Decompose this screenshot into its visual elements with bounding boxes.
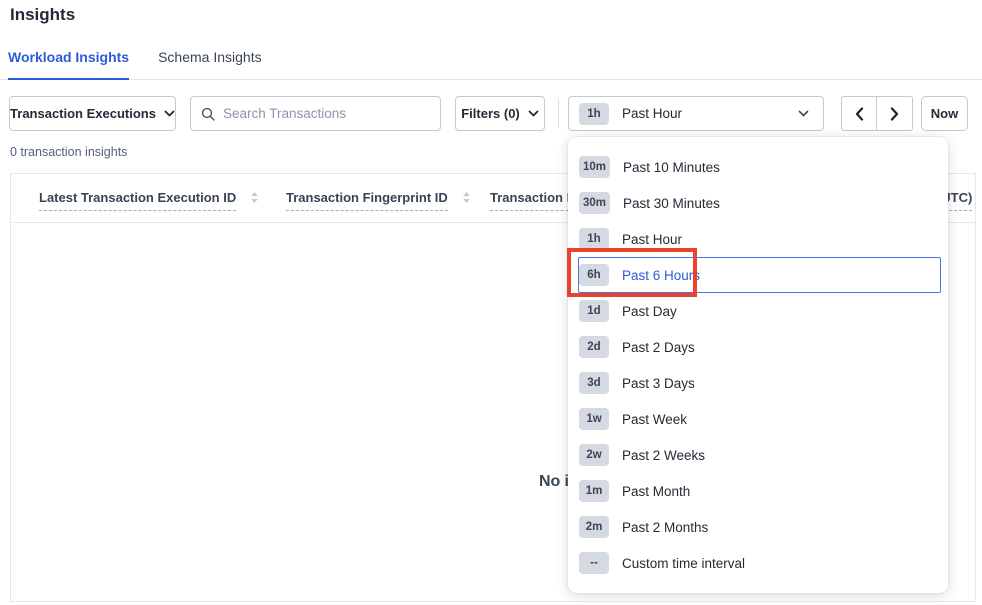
time-option-badge: 1d	[579, 300, 609, 322]
time-option-label: Past Day	[622, 304, 677, 319]
time-option-badge: 3d	[579, 372, 609, 394]
time-range-label: Past Hour	[622, 106, 798, 121]
search-input[interactable]	[223, 106, 430, 121]
time-option-label: Custom time interval	[622, 556, 745, 571]
time-option-past-6-hours[interactable]: 6h Past 6 Hours	[578, 257, 941, 293]
time-option-badge: --	[579, 552, 609, 574]
chevron-down-icon	[164, 110, 175, 117]
insights-count: 0 transaction insights	[10, 145, 127, 159]
time-option-label: Past 3 Days	[622, 376, 695, 391]
chevron-left-icon	[855, 107, 864, 121]
toolbar-divider	[558, 99, 559, 128]
time-option-past-30-minutes[interactable]: 30m Past 30 Minutes	[578, 185, 941, 221]
time-option-custom-interval[interactable]: -- Custom time interval	[578, 545, 941, 581]
time-option-label: Past 6 Hours	[622, 268, 700, 283]
time-option-label: Past 2 Days	[622, 340, 695, 355]
chevron-down-icon	[528, 110, 539, 117]
chevron-right-icon	[890, 107, 899, 121]
time-option-badge: 2w	[579, 444, 609, 466]
tab-schema-insights[interactable]: Schema Insights	[158, 49, 262, 80]
tab-bar: Workload Insights Schema Insights	[0, 44, 982, 80]
time-pager	[841, 96, 913, 131]
search-box	[190, 96, 441, 131]
now-label: Now	[931, 106, 958, 121]
now-button[interactable]: Now	[921, 96, 968, 131]
time-option-past-month[interactable]: 1m Past Month	[578, 473, 941, 509]
search-icon	[201, 107, 215, 121]
transaction-type-select[interactable]: Transaction Executions	[9, 96, 176, 131]
time-range-dropdown: 10m Past 10 Minutes 30m Past 30 Minutes …	[568, 137, 948, 593]
time-option-label: Past 2 Weeks	[622, 448, 705, 463]
column-label: Latest Transaction Execution ID	[39, 190, 236, 211]
time-option-badge: 1h	[579, 228, 609, 250]
column-label: Transaction Fingerprint ID	[286, 190, 448, 211]
time-option-label: Past Month	[622, 484, 690, 499]
time-option-past-10-minutes[interactable]: 10m Past 10 Minutes	[578, 149, 941, 185]
time-range-select[interactable]: 1h Past Hour	[568, 96, 824, 131]
next-interval-button[interactable]	[877, 97, 912, 130]
sort-icon[interactable]	[462, 191, 471, 204]
column-header-latest-transaction-execution-id[interactable]: Latest Transaction Execution ID	[39, 190, 259, 211]
time-option-past-3-days[interactable]: 3d Past 3 Days	[578, 365, 941, 401]
time-option-label: Past Week	[622, 412, 687, 427]
transaction-type-label: Transaction Executions	[10, 106, 156, 121]
time-option-past-2-months[interactable]: 2m Past 2 Months	[578, 509, 941, 545]
time-option-badge: 10m	[579, 156, 610, 178]
tab-workload-insights[interactable]: Workload Insights	[8, 49, 129, 80]
column-header-transaction-fingerprint-id[interactable]: Transaction Fingerprint ID	[286, 190, 471, 211]
time-option-past-week[interactable]: 1w Past Week	[578, 401, 941, 437]
time-option-badge: 1w	[579, 408, 609, 430]
time-option-badge: 6h	[579, 264, 609, 286]
filters-label: Filters (0)	[461, 106, 520, 121]
time-option-badge: 2d	[579, 336, 609, 358]
chevron-down-icon	[798, 110, 809, 117]
time-option-badge: 30m	[579, 192, 610, 214]
time-option-past-2-weeks[interactable]: 2w Past 2 Weeks	[578, 437, 941, 473]
time-option-label: Past 10 Minutes	[623, 160, 720, 175]
time-option-label: Past 2 Months	[622, 520, 708, 535]
time-range-badge: 1h	[579, 103, 609, 125]
time-option-badge: 2m	[579, 516, 609, 538]
time-option-label: Past 30 Minutes	[623, 196, 720, 211]
sort-icon[interactable]	[250, 191, 259, 204]
time-option-past-day[interactable]: 1d Past Day	[578, 293, 941, 329]
time-option-past-hour[interactable]: 1h Past Hour	[578, 221, 941, 257]
page-title: Insights	[10, 5, 75, 25]
filters-button[interactable]: Filters (0)	[455, 96, 545, 131]
time-option-label: Past Hour	[622, 232, 682, 247]
time-option-badge: 1m	[579, 480, 609, 502]
previous-interval-button[interactable]	[842, 97, 877, 130]
time-option-past-2-days[interactable]: 2d Past 2 Days	[578, 329, 941, 365]
